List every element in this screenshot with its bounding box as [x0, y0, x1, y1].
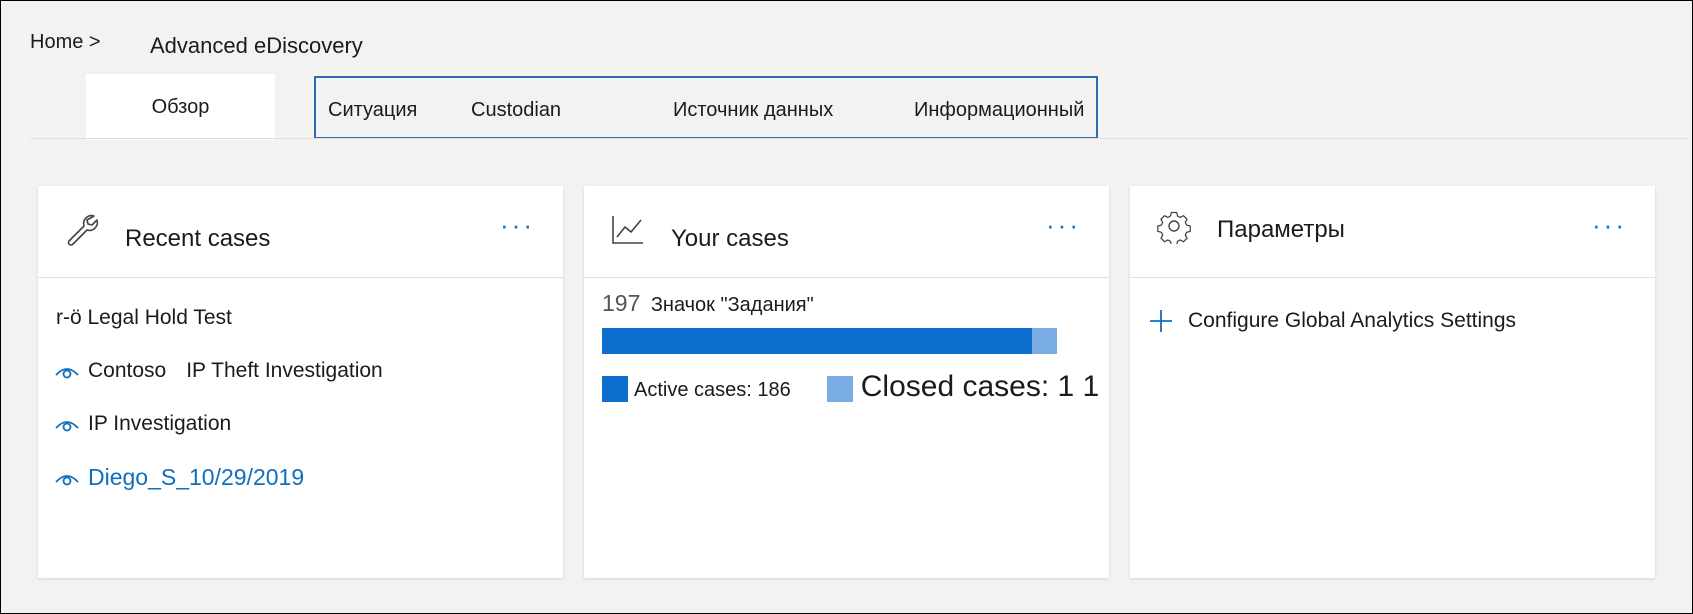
tab-custodian[interactable]: Custodian: [471, 99, 561, 122]
active-cases-swatch: [602, 376, 628, 402]
closed-cases-swatch: [826, 376, 853, 402]
cases-count: 197 Значок "Задания": [602, 290, 814, 317]
cases-legend: Active cases: 186 Closed cases: 1 1: [602, 372, 1099, 402]
total-cases-number: 197: [602, 290, 641, 316]
breadcrumb-home-link[interactable]: Home >: [30, 31, 101, 54]
more-options-icon[interactable]: ···: [1046, 212, 1081, 238]
your-cases-header: Your cases ···: [584, 186, 1109, 278]
case-name: IP Theft Investigation: [186, 359, 383, 382]
more-options-icon[interactable]: ···: [500, 212, 535, 238]
your-cases-card: Your cases ··· 197 Значок "Задания" Acti…: [584, 186, 1109, 578]
case-item-ip-investigation[interactable]: IP Investigation: [54, 412, 231, 436]
eye-icon: [55, 474, 79, 485]
gear-icon: [1157, 211, 1191, 244]
closed-cases-bar-segment: [1031, 328, 1057, 354]
your-cases-title: Your cases: [671, 225, 789, 252]
eye-icon: [55, 368, 79, 379]
tab-group-highlight: Ситуация Custodian Источник данных Инфор…: [314, 76, 1098, 139]
tab-informational[interactable]: Информационный: [914, 99, 1084, 122]
case-item-ip-theft[interactable]: Contoso IP Theft Investigation: [54, 359, 383, 383]
case-name: Diego_S_10/29/2019: [88, 464, 305, 490]
closed-cases-label: Closed cases: 1 1: [860, 370, 1100, 403]
more-options-icon[interactable]: ···: [1592, 212, 1627, 238]
case-name: IP Investigation: [88, 412, 232, 435]
settings-card: Параметры ··· Configure Global Analytics…: [1130, 186, 1655, 578]
case-prefix: Contoso: [88, 359, 167, 382]
breadcrumb-current: Advanced eDiscovery: [150, 33, 363, 58]
tab-data-source[interactable]: Источник данных: [673, 99, 833, 122]
tab-overview-label: Обзор: [151, 95, 210, 118]
active-cases-label: Active cases: 186: [634, 379, 791, 401]
recent-cases-header: Recent cases ···: [38, 186, 563, 278]
recent-cases-card: Recent cases ··· r-ö Legal Hold Test Con…: [38, 186, 563, 578]
case-item-legal-hold[interactable]: r-ö Legal Hold Test: [56, 306, 232, 330]
line-chart-icon: [612, 216, 643, 244]
tab-situation[interactable]: Ситуация: [328, 99, 417, 122]
active-cases-bar-segment: [602, 328, 1032, 354]
configure-analytics-link[interactable]: Configure Global Analytics Settings: [1148, 308, 1516, 334]
settings-title: Параметры: [1217, 216, 1345, 243]
case-item-diego[interactable]: Diego_S_10/29/2019: [54, 464, 304, 491]
eye-icon: [55, 421, 79, 432]
recent-cases-title: Recent cases: [125, 225, 271, 252]
wrench-icon: [67, 214, 99, 246]
cases-bar: [602, 328, 1057, 354]
configure-analytics-label: Configure Global Analytics Settings: [1188, 309, 1517, 332]
tabs-divider: [30, 138, 1690, 139]
plus-icon: [1150, 310, 1172, 332]
tab-overview[interactable]: Обзор: [86, 74, 275, 140]
settings-header: Параметры ···: [1130, 186, 1655, 278]
total-cases-label: Значок "Задания": [650, 294, 814, 316]
